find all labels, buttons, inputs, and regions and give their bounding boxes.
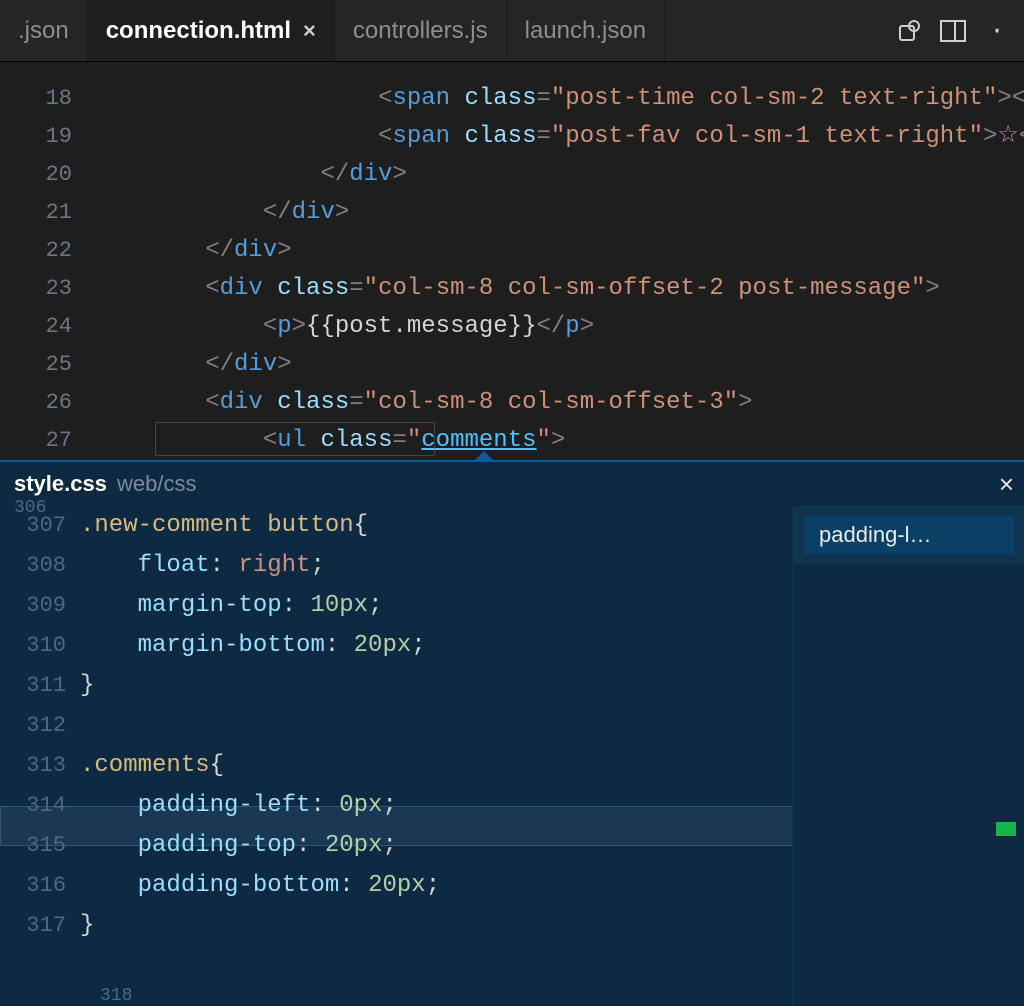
reference-separator <box>792 506 794 1006</box>
tab-launch-json[interactable]: launch.json <box>507 0 665 61</box>
minimap-marker <box>996 822 1016 836</box>
peek-view: style.css web/css × 306 3073083093103113… <box>0 460 1024 1006</box>
gutter: 18192021222324252627 <box>0 80 90 460</box>
reveal-icon[interactable] <box>896 18 922 44</box>
tab-json[interactable]: .json <box>0 0 88 61</box>
reference-list: padding-l… <box>794 506 1024 564</box>
tab-bar: .json connection.html × controllers.js l… <box>0 0 1024 62</box>
peek-pointer-icon <box>474 451 494 461</box>
more-icon[interactable]: · <box>984 18 1010 44</box>
tab-actions: · <box>882 18 1024 44</box>
close-icon[interactable]: × <box>999 469 1014 500</box>
code-area[interactable]: <span class="post-time col-sm-2 text-rig… <box>90 80 1024 460</box>
code-area[interactable]: .new-comment button{ float: right; margi… <box>80 506 1024 1006</box>
peek-header: style.css web/css × <box>0 462 1024 506</box>
peek-file-path: web/css <box>117 471 196 497</box>
split-editor-icon[interactable] <box>940 18 966 44</box>
close-icon[interactable]: × <box>303 18 316 44</box>
truncated-line-number: 318 <box>100 986 132 1006</box>
gutter: 306 307308309310311312313314315316317 <box>0 506 80 1006</box>
editor-html[interactable]: 18192021222324252627 <span class="post-t… <box>0 62 1024 460</box>
peek-editor[interactable]: 306 307308309310311312313314315316317 .n… <box>0 506 1024 1006</box>
tab-controllers-js[interactable]: controllers.js <box>335 0 507 61</box>
reference-item[interactable]: padding-l… <box>804 516 1014 554</box>
tab-connection-html[interactable]: connection.html × <box>88 0 335 61</box>
